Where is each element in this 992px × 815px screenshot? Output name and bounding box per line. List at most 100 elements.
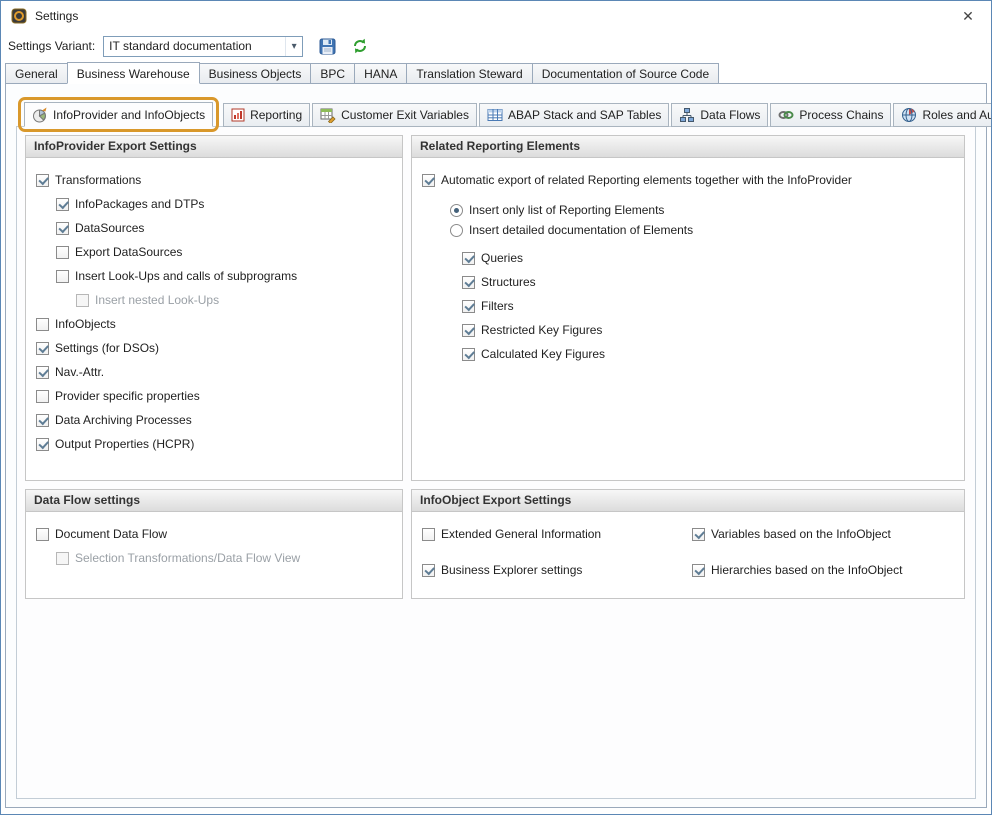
checkbox[interactable] xyxy=(462,252,475,265)
checkbox[interactable] xyxy=(56,222,69,235)
checkbox-export-datasources[interactable]: Export DataSources xyxy=(26,240,402,264)
checkbox-document-data-flow[interactable]: Document Data Flow xyxy=(26,522,402,546)
refresh-icon[interactable] xyxy=(352,38,368,54)
checkbox-filters[interactable]: Filters xyxy=(412,294,964,318)
tab-business-objects[interactable]: Business Objects xyxy=(199,63,312,84)
radio-button[interactable] xyxy=(450,224,463,237)
checkbox-label: Nav.-Attr. xyxy=(55,365,104,379)
checkbox xyxy=(56,552,69,565)
variant-combobox[interactable]: IT standard documentation ▾ xyxy=(103,36,303,57)
radio-insert-detailed-documentation[interactable]: Insert detailed documentation of Element… xyxy=(412,220,964,240)
variant-label: Settings Variant: xyxy=(8,39,95,53)
checkbox-label: Variables based on the InfoObject xyxy=(711,527,891,541)
checkbox-label: Provider specific properties xyxy=(55,389,200,403)
checkbox-calculated-key-figures[interactable]: Calculated Key Figures xyxy=(412,342,964,366)
checkbox-label: Filters xyxy=(481,299,514,313)
group-related-reporting-elements: Related Reporting Elements Automatic exp… xyxy=(411,135,965,481)
checkbox[interactable] xyxy=(422,174,435,187)
save-icon[interactable] xyxy=(319,38,336,55)
checkbox-queries[interactable]: Queries xyxy=(412,246,964,270)
checkbox-datasources[interactable]: DataSources xyxy=(26,216,402,240)
checkbox-automatic-export-related-elements[interactable]: Automatic export of related Reporting el… xyxy=(412,168,964,192)
checkbox-structures[interactable]: Structures xyxy=(412,270,964,294)
tab-translation-steward[interactable]: Translation Steward xyxy=(406,63,532,84)
checkbox-hierarchies-based-on-infoobject[interactable]: Hierarchies based on the InfoObject xyxy=(682,558,902,582)
checkbox[interactable] xyxy=(462,348,475,361)
hierarchy-icon xyxy=(679,107,695,123)
tab-bpc[interactable]: BPC xyxy=(310,63,355,84)
checkbox-label: Insert nested Look-Ups xyxy=(95,293,219,307)
checkbox-variables-based-on-infoobject[interactable]: Variables based on the InfoObject xyxy=(682,522,902,546)
checkbox[interactable] xyxy=(692,528,705,541)
subtab-abap-stack-and-sap-tables[interactable]: ABAP Stack and SAP Tables xyxy=(479,103,669,127)
checkbox[interactable] xyxy=(56,270,69,283)
chevron-down-icon[interactable]: ▾ xyxy=(285,37,302,56)
settings-window: Settings ✕ Settings Variant: IT standard… xyxy=(0,0,992,815)
checkbox[interactable] xyxy=(462,300,475,313)
checkbox-settings-for-dsos[interactable]: Settings (for DSOs) xyxy=(26,336,402,360)
checkbox-label: Queries xyxy=(481,251,523,265)
checkbox[interactable] xyxy=(36,438,49,451)
checkbox[interactable] xyxy=(56,246,69,259)
checkbox-label: Settings (for DSOs) xyxy=(55,341,159,355)
checkbox xyxy=(76,294,89,307)
tab-general[interactable]: General xyxy=(5,63,68,84)
checkbox-infoobjects[interactable]: InfoObjects xyxy=(26,312,402,336)
checkbox[interactable] xyxy=(462,276,475,289)
checkbox[interactable] xyxy=(36,342,49,355)
checkbox-business-explorer-settings[interactable]: Business Explorer settings xyxy=(412,558,601,582)
subtab-customer-exit-variables[interactable]: Customer Exit Variables xyxy=(312,103,477,127)
group-infoobject-export-settings: InfoObject Export Settings Extended Gene… xyxy=(411,489,965,599)
subtab-label: ABAP Stack and SAP Tables xyxy=(508,108,661,122)
subtab-process-chains[interactable]: Process Chains xyxy=(770,103,891,127)
checkbox-label: Automatic export of related Reporting el… xyxy=(441,173,852,187)
checkbox-insert-lookups[interactable]: Insert Look-Ups and calls of subprograms xyxy=(26,264,402,288)
table-grid-icon xyxy=(487,107,503,123)
checkbox[interactable] xyxy=(36,390,49,403)
checkbox-selection-transformations-data-flow-view: Selection Transformations/Data Flow View xyxy=(26,546,402,570)
checkbox-label: InfoPackages and DTPs xyxy=(75,197,204,211)
report-chart-icon xyxy=(231,108,245,122)
subtab-infoprovider-and-infoobjects[interactable]: InfoProvider and InfoObjects xyxy=(24,102,213,127)
tab-business-warehouse[interactable]: Business Warehouse xyxy=(67,62,200,84)
subtab-data-flows[interactable]: Data Flows xyxy=(671,103,768,127)
group-title: Related Reporting Elements xyxy=(412,136,964,158)
checkbox-label: Restricted Key Figures xyxy=(481,323,602,337)
radio-insert-only-list[interactable]: Insert only list of Reporting Elements xyxy=(412,200,964,220)
checkbox[interactable] xyxy=(36,366,49,379)
checkbox[interactable] xyxy=(56,198,69,211)
radio-label: Insert detailed documentation of Element… xyxy=(469,223,693,237)
checkbox[interactable] xyxy=(462,324,475,337)
checkbox-infopackages-and-dtps[interactable]: InfoPackages and DTPs xyxy=(26,192,402,216)
checkbox[interactable] xyxy=(36,528,49,541)
checkbox-output-properties-hcpr[interactable]: Output Properties (HCPR) xyxy=(26,432,402,456)
checkbox[interactable] xyxy=(422,528,435,541)
checkbox-nav-attr[interactable]: Nav.-Attr. xyxy=(26,360,402,384)
checkbox[interactable] xyxy=(422,564,435,577)
checkbox-transformations[interactable]: Transformations xyxy=(26,168,402,192)
checkbox[interactable] xyxy=(36,414,49,427)
checkbox[interactable] xyxy=(36,318,49,331)
checkbox-extended-general-information[interactable]: Extended General Information xyxy=(412,522,601,546)
sub-tab-strip: InfoProvider and InfoObjects Reporting C… xyxy=(18,102,992,127)
close-icon[interactable]: ✕ xyxy=(955,5,981,27)
subtab-label: Reporting xyxy=(250,108,302,122)
subtab-label: Customer Exit Variables xyxy=(341,108,469,122)
subtab-roles-and-authorizations[interactable]: Roles and Authorizations xyxy=(893,103,992,127)
tab-documentation-of-source-code[interactable]: Documentation of Source Code xyxy=(532,63,719,84)
checkbox-provider-specific-properties[interactable]: Provider specific properties xyxy=(26,384,402,408)
group-title: InfoObject Export Settings xyxy=(412,490,964,512)
tab-hana[interactable]: HANA xyxy=(354,63,407,84)
checkbox-restricted-key-figures[interactable]: Restricted Key Figures xyxy=(412,318,964,342)
subtab-label: Data Flows xyxy=(700,108,760,122)
infoobject-left-column: Extended General Information Business Ex… xyxy=(412,522,601,594)
radio-button[interactable] xyxy=(450,204,463,217)
subtab-reporting[interactable]: Reporting xyxy=(223,103,310,127)
checkbox[interactable] xyxy=(36,174,49,187)
checkbox-label: Document Data Flow xyxy=(55,527,167,541)
checkbox[interactable] xyxy=(692,564,705,577)
checkbox-data-archiving-processes[interactable]: Data Archiving Processes xyxy=(26,408,402,432)
highlight-annotation: InfoProvider and InfoObjects xyxy=(18,97,219,132)
variant-row: Settings Variant: IT standard documentat… xyxy=(1,31,991,61)
checkbox-label: Extended General Information xyxy=(441,527,601,541)
